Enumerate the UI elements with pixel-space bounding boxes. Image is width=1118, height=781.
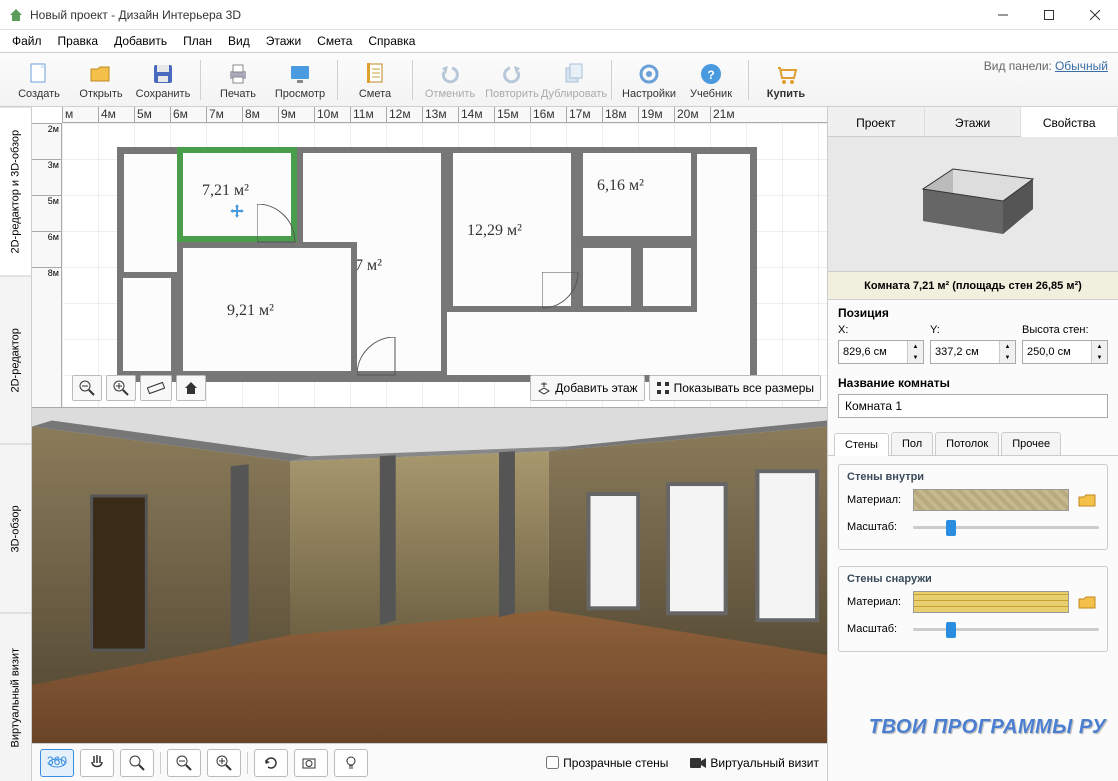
camera-button[interactable] xyxy=(294,749,328,777)
menubar: Файл Правка Добавить План Вид Этажи Смет… xyxy=(0,30,1118,52)
walls-outside-panel: Стены снаружи Материал: Масштаб: xyxy=(838,566,1108,652)
room-name-section: Название комнаты xyxy=(828,370,1118,424)
save-button[interactable]: Сохранить xyxy=(132,55,194,105)
zoom-button[interactable] xyxy=(120,749,154,777)
tab-properties[interactable]: Свойства xyxy=(1021,107,1118,137)
home-button[interactable] xyxy=(176,375,206,401)
room-area-5: 9,21 м² xyxy=(227,302,274,320)
left-view-tabs: 2D-редактор и 3D-обзор 2D-редактор 3D-об… xyxy=(0,107,32,781)
position-y-spinner[interactable]: ▲▼ xyxy=(930,340,1016,364)
room-info-bar: Комната 7,21 м² (площадь стен 26,85 м²) xyxy=(828,272,1118,300)
menu-floors[interactable]: Этажи xyxy=(260,32,307,50)
transparent-walls-checkbox[interactable]: Прозрачные стены xyxy=(546,756,668,770)
view-zoom-out[interactable] xyxy=(167,749,201,777)
zoom-in-button[interactable] xyxy=(106,375,136,401)
subtab-ceiling[interactable]: Потолок xyxy=(935,432,999,455)
room-area-3: 12,29 м² xyxy=(467,222,522,240)
room-3d-preview xyxy=(828,137,1118,272)
tab-3d-view[interactable]: 3D-обзор xyxy=(0,444,31,613)
buy-button[interactable]: Купить xyxy=(755,55,817,105)
subtab-walls[interactable]: Стены xyxy=(834,433,889,456)
center-area: м4м5м 6м7м8м 9м10м11м 12м13м14м 15м16м17… xyxy=(32,107,828,781)
menu-plan[interactable]: План xyxy=(177,32,218,50)
menu-edit[interactable]: Правка xyxy=(52,32,105,50)
maximize-button[interactable] xyxy=(1026,0,1072,30)
orbit-360-button[interactable]: 360 xyxy=(40,749,74,777)
move-handle-icon[interactable] xyxy=(230,204,244,218)
zoom-out-button[interactable] xyxy=(72,375,102,401)
plan-2d-viewport[interactable]: м4м5м 6м7м8м 9м10м11м 12м13м14м 15м16м17… xyxy=(32,107,827,407)
lighting-button[interactable] xyxy=(334,749,368,777)
add-floor-button[interactable]: Добавить этаж xyxy=(530,375,644,401)
right-panel: Проект Этажи Свойства Комната 7,21 м² (п… xyxy=(828,107,1118,781)
duplicate-button[interactable]: Дублировать xyxy=(543,55,605,105)
tab-2d-editor[interactable]: 2D-редактор xyxy=(0,276,31,445)
outside-material-browse[interactable] xyxy=(1075,591,1099,613)
ruler-vertical: 2м3м 5м6м 8м xyxy=(32,123,62,407)
svg-text:360: 360 xyxy=(47,755,67,768)
tab-virtual-tour[interactable]: Виртуальный визит xyxy=(0,613,31,781)
menu-help[interactable]: Справка xyxy=(362,32,421,50)
reset-view-button[interactable] xyxy=(254,749,288,777)
panel-view-link[interactable]: Обычный xyxy=(1055,59,1108,73)
open-button[interactable]: Открыть xyxy=(70,55,132,105)
right-tabs: Проект Этажи Свойства xyxy=(828,107,1118,137)
estimate-button[interactable]: Смета xyxy=(344,55,406,105)
menu-file[interactable]: Файл xyxy=(6,32,48,50)
walls-inside-panel: Стены внутри Материал: Масштаб: xyxy=(838,464,1108,550)
create-button[interactable]: Создать xyxy=(8,55,70,105)
measure-button[interactable] xyxy=(140,375,172,401)
view-zoom-in[interactable] xyxy=(207,749,241,777)
wall-subtabs: Стены Пол Потолок Прочее xyxy=(828,428,1118,456)
close-button[interactable] xyxy=(1072,0,1118,30)
menu-estimate[interactable]: Смета xyxy=(311,32,358,50)
tab-project[interactable]: Проект xyxy=(828,107,925,136)
viewport-3d[interactable] xyxy=(32,407,827,743)
wall-height-spinner[interactable]: ▲▼ xyxy=(1022,340,1108,364)
room-name-title: Название комнаты xyxy=(838,376,1108,390)
preview-button[interactable]: Просмотр xyxy=(269,55,331,105)
plan-floor-controls: Добавить этаж Показывать все размеры xyxy=(530,375,821,401)
undo-button[interactable]: Отменить xyxy=(419,55,481,105)
outside-material-swatch[interactable] xyxy=(913,591,1069,613)
inside-scale-slider[interactable] xyxy=(913,517,1099,537)
virtual-tour-button[interactable]: Виртуальный визит xyxy=(690,756,819,770)
minimize-button[interactable] xyxy=(980,0,1026,30)
position-section: Позиция X: Y: Высота стен: ▲▼ ▲▼ ▲▼ xyxy=(828,300,1118,370)
window-title: Новый проект - Дизайн Интерьера 3D xyxy=(30,8,980,22)
settings-button[interactable]: Настройки xyxy=(618,55,680,105)
room-name-input[interactable] xyxy=(838,394,1108,418)
tab-2d-3d-combo[interactable]: 2D-редактор и 3D-обзор xyxy=(0,107,31,276)
plan-zoom-controls xyxy=(72,375,206,401)
menu-add[interactable]: Добавить xyxy=(108,32,173,50)
subtab-other[interactable]: Прочее xyxy=(1001,432,1061,455)
room-area-1: 7,21 м² xyxy=(202,182,249,200)
room-area-4: 6,16 м² xyxy=(597,177,644,195)
position-x-spinner[interactable]: ▲▼ xyxy=(838,340,924,364)
titlebar: Новый проект - Дизайн Интерьера 3D xyxy=(0,0,1118,30)
redo-button[interactable]: Повторить xyxy=(481,55,543,105)
pan-button[interactable] xyxy=(80,749,114,777)
workspace: 2D-редактор и 3D-обзор 2D-редактор 3D-об… xyxy=(0,107,1118,781)
print-button[interactable]: Печать xyxy=(207,55,269,105)
inside-material-swatch[interactable] xyxy=(913,489,1069,511)
inside-material-browse[interactable] xyxy=(1075,489,1099,511)
subtab-floor[interactable]: Пол xyxy=(891,432,933,455)
position-title: Позиция xyxy=(838,306,1108,320)
panel-view-label: Вид панели: Обычный xyxy=(984,59,1108,73)
tab-floors[interactable]: Этажи xyxy=(925,107,1022,136)
app-icon xyxy=(8,7,24,23)
menu-view[interactable]: Вид xyxy=(222,32,256,50)
svg-text:?: ? xyxy=(707,68,714,82)
outside-scale-slider[interactable] xyxy=(913,619,1099,639)
main-toolbar: Создать Открыть Сохранить Печать Просмот… xyxy=(0,52,1118,107)
floorplan[interactable]: 7,21 м² 18,67 м² 12,29 м² 6,16 м² 9,21 м… xyxy=(117,142,757,382)
ruler-horizontal: м4м5м 6м7м8м 9м10м11м 12м13м14м 15м16м17… xyxy=(62,107,827,123)
bottom-control-bar: 360 Прозрачные стены Виртуальный визит xyxy=(32,743,827,781)
tutorial-button[interactable]: ?Учебник xyxy=(680,55,742,105)
show-dimensions-button[interactable]: Показывать все размеры xyxy=(649,375,821,401)
